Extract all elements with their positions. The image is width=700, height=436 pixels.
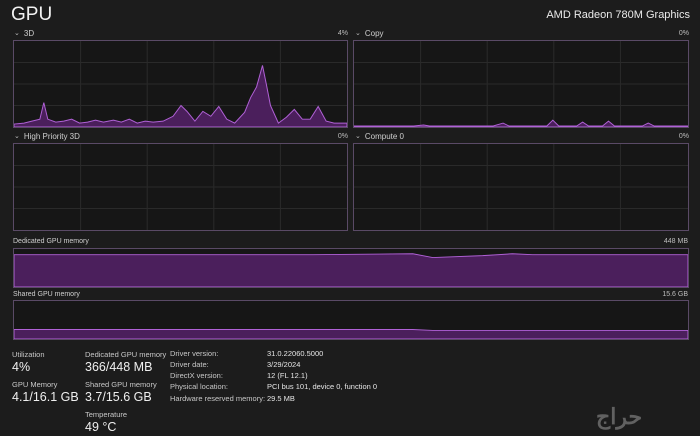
engine-copy-plot [354, 41, 688, 127]
hardware-reserved-memory-value: 29.5 MB [267, 394, 295, 403]
shared-memory-stat-label: Shared GPU memory [85, 380, 157, 389]
gpu-memory-label: GPU Memory [12, 380, 58, 389]
chevron-down-icon: ⌄ [355, 133, 361, 140]
dedicated-memory-graph-label: Dedicated GPU memory [13, 238, 89, 245]
engine-hp3d-plot [14, 144, 347, 230]
engine-hp3d-graph [13, 143, 348, 231]
temperature-value: 49 °C [85, 420, 117, 434]
physical-location-key: Physical location: [170, 382, 228, 391]
gpu-memory-value: 4.1/16.1 GB [12, 390, 79, 404]
shared-memory-plot [14, 329, 688, 339]
driver-version-key: Driver version: [170, 349, 219, 358]
engine-hp3d-selector[interactable]: ⌄ High Priority 3D [14, 132, 80, 141]
driver-version-value: 31.0.22060.5000 [267, 349, 324, 358]
utilization-label: Utilization [12, 350, 45, 359]
gpu-device-name: AMD Radeon 780M Graphics [546, 9, 690, 21]
physical-location-value: PCI bus 101, device 0, function 0 [267, 382, 378, 391]
dedicated-memory-value: 366/448 MB [85, 360, 153, 374]
dedicated-memory-capacity: 448 MB [663, 238, 688, 245]
engine-copy-selector[interactable]: ⌄ Copy [355, 29, 384, 38]
chevron-down-icon: ⌄ [14, 133, 20, 140]
chevron-down-icon: ⌄ [14, 30, 20, 37]
utilization-value: 4% [12, 360, 31, 374]
engine-hp3d-label: High Priority 3D [23, 132, 80, 141]
engine-compute0-percent: 0% [678, 133, 689, 140]
engine-copy-percent: 0% [678, 30, 689, 37]
temperature-label: Temperature [85, 410, 128, 419]
page-title: GPU [11, 4, 53, 25]
dedicated-memory-graph [13, 248, 689, 288]
shared-memory-value: 3.7/15.6 GB [85, 390, 152, 404]
engine-hp3d-percent: 0% [337, 133, 348, 140]
engine-compute0-plot [354, 144, 688, 230]
engine-compute0-label: Compute 0 [364, 132, 405, 141]
shared-memory-graph-label: Shared GPU memory [13, 291, 80, 298]
engine-3d-percent: 4% [337, 30, 348, 37]
driver-date-key: Driver date: [170, 360, 209, 369]
dedicated-memory-plot [14, 253, 688, 287]
engine-3d-plot [14, 41, 347, 127]
engine-3d-label: 3D [23, 29, 35, 38]
engine-3d-selector[interactable]: ⌄ 3D [14, 29, 34, 38]
driver-date-value: 3/29/2024 [267, 360, 301, 369]
dedicated-memory-stat-label: Dedicated GPU memory [85, 350, 167, 359]
directx-version-key: DirectX version: [170, 371, 223, 380]
chevron-down-icon: ⌄ [355, 30, 361, 37]
shared-memory-capacity: 15.6 GB [662, 291, 688, 298]
engine-compute0-graph [353, 143, 689, 231]
shared-memory-graph [13, 300, 689, 340]
engine-3d-graph [13, 40, 348, 128]
engine-copy-label: Copy [364, 29, 384, 38]
directx-version-value: 12 (FL 12.1) [267, 371, 308, 380]
watermark-logo: حراج [596, 404, 643, 429]
hardware-reserved-memory-key: Hardware reserved memory: [170, 394, 266, 403]
engine-copy-graph [353, 40, 689, 128]
engine-compute0-selector[interactable]: ⌄ Compute 0 [355, 132, 404, 141]
